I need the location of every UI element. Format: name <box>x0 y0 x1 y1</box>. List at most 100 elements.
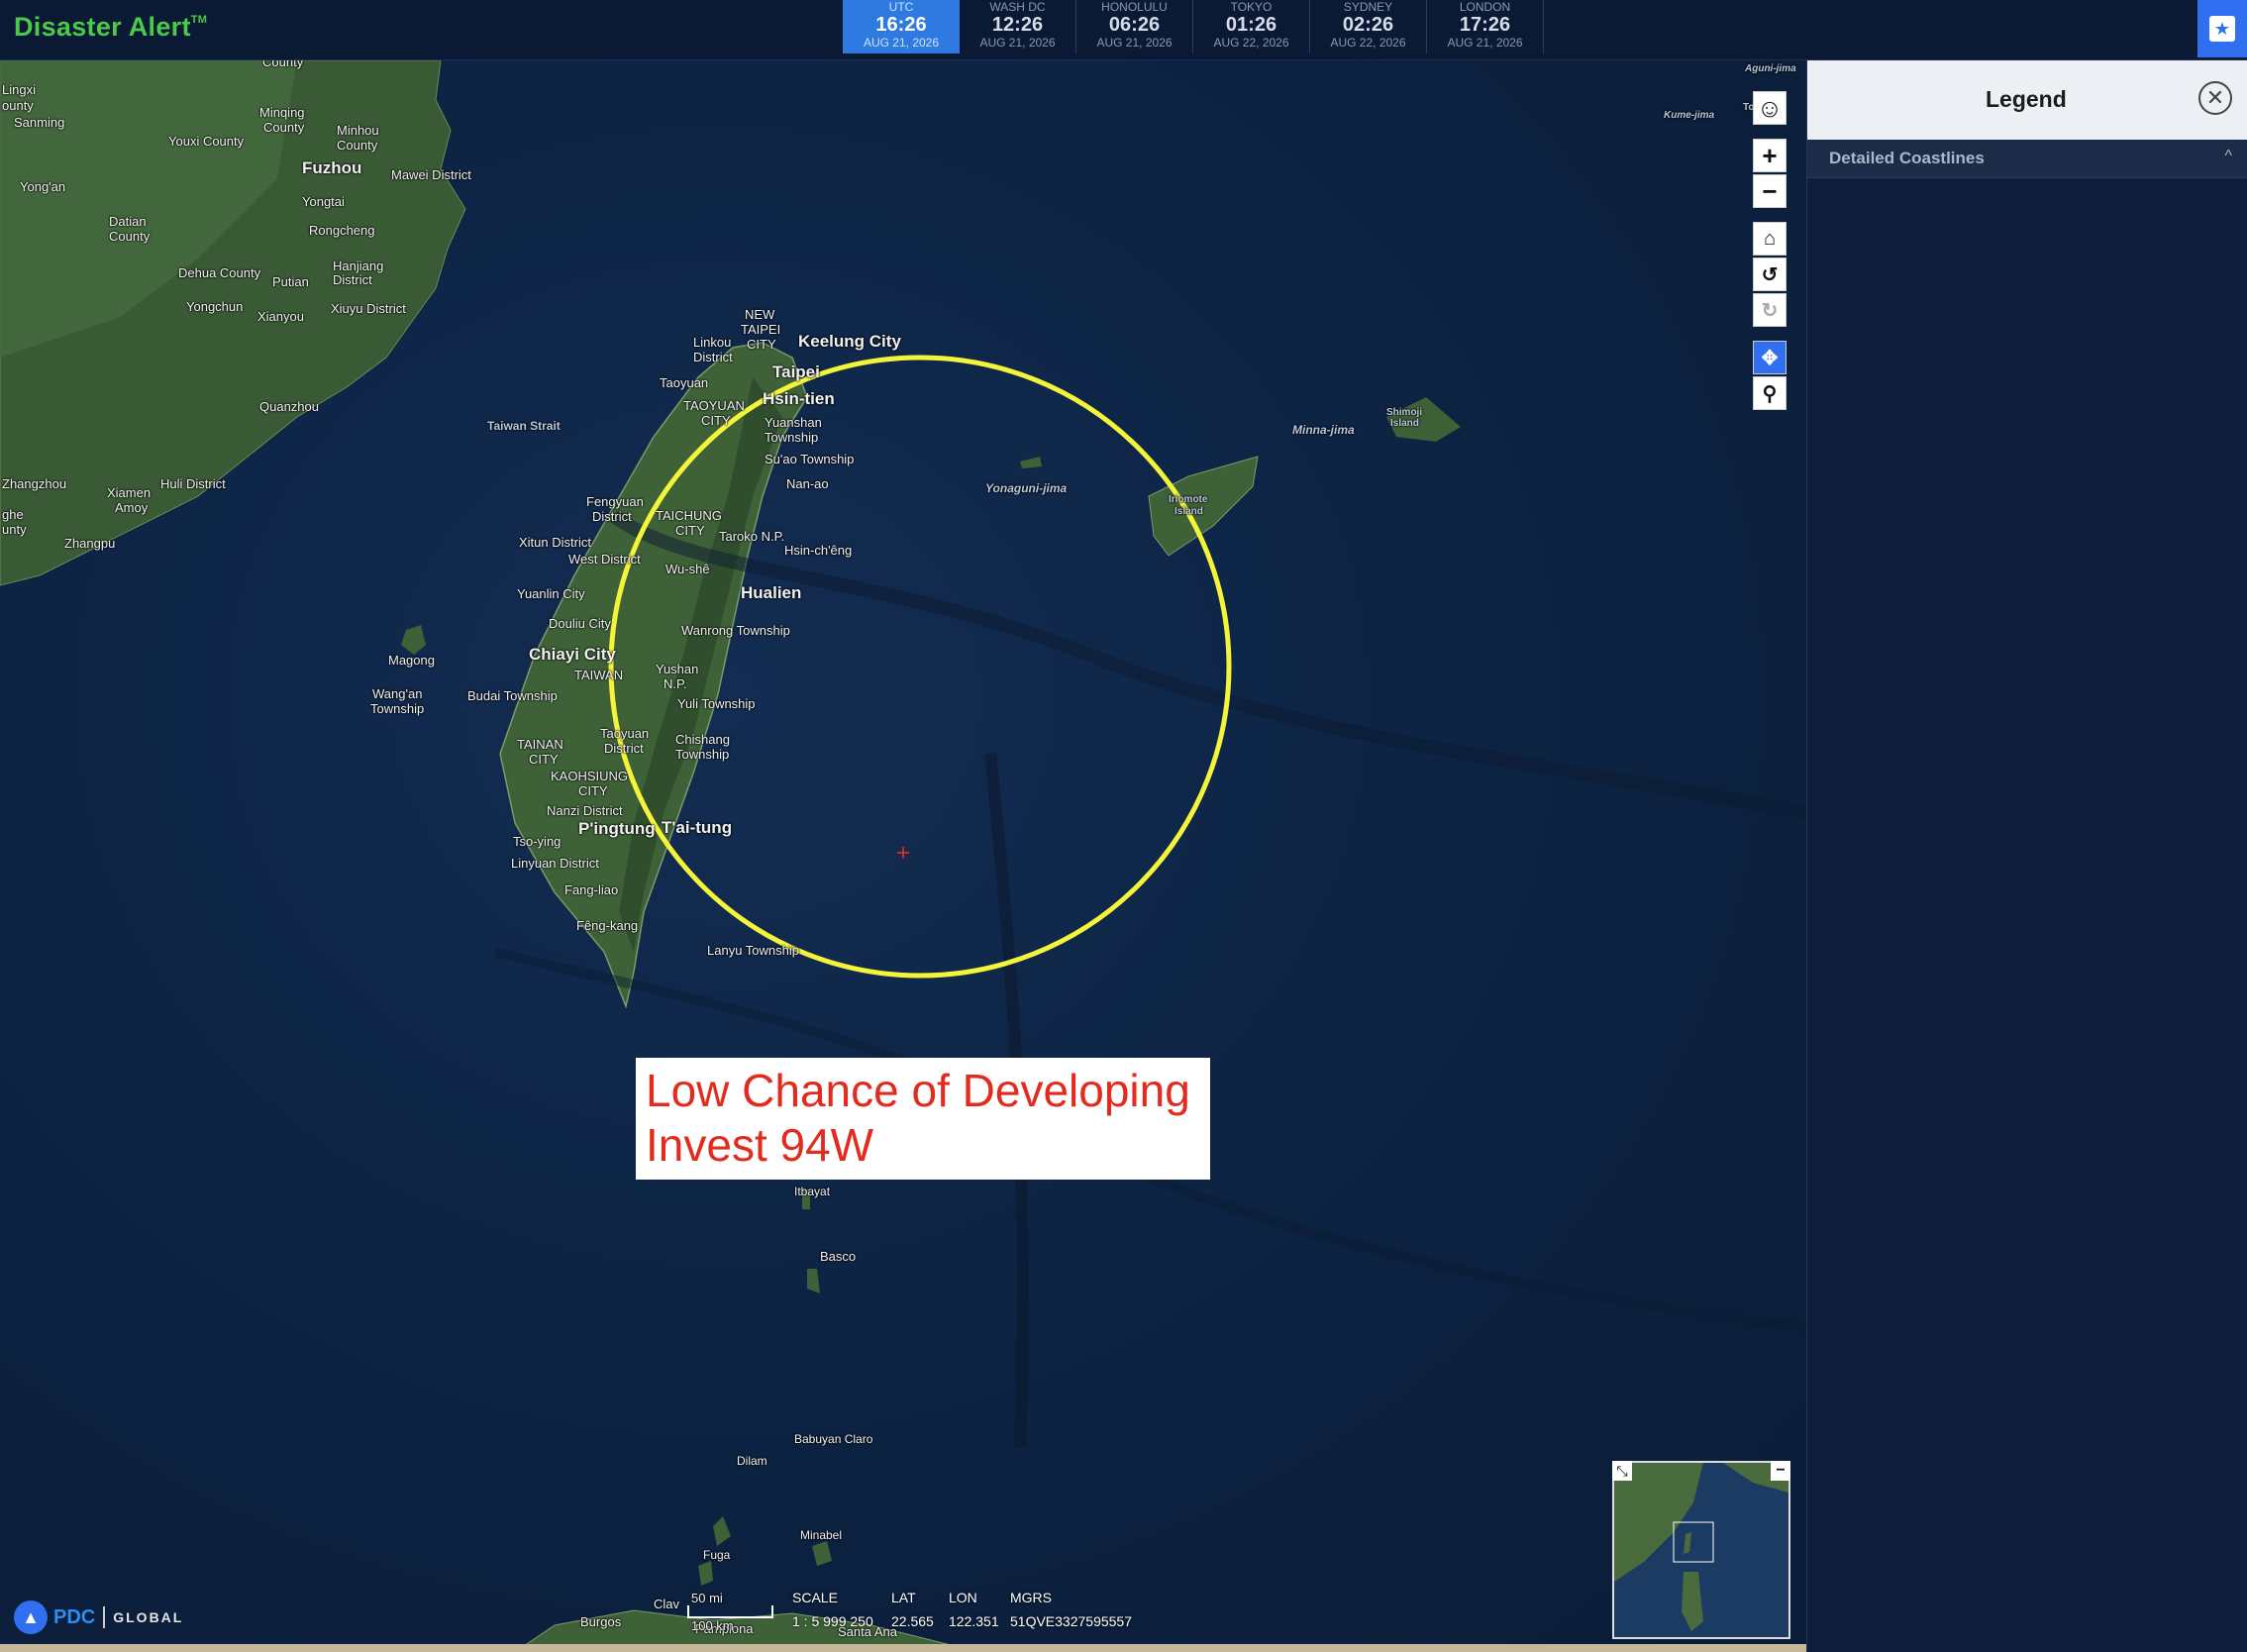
place-label: P'ingtung <box>578 819 656 838</box>
place-label: Taoyuan <box>600 726 650 741</box>
clock-honolulu[interactable]: HONOLULU 06:26 AUG 21, 2026 <box>1076 0 1193 53</box>
place-label: Budai Township <box>467 688 558 703</box>
place-label: CITY <box>701 413 731 428</box>
place-label: District <box>333 272 372 287</box>
place-label: Iriomote <box>1169 494 1208 505</box>
minimize-overview-icon[interactable]: − <box>1771 1461 1790 1481</box>
clock-washdc[interactable]: WASH DC 12:26 AUG 21, 2026 <box>960 0 1076 53</box>
place-label: Itbayat <box>794 1185 831 1198</box>
pdc-logo-icon: ▲ <box>14 1600 48 1634</box>
place-label: Island <box>1390 418 1419 429</box>
close-icon[interactable]: ✕ <box>2198 81 2232 115</box>
clock-city: SYDNEY <box>1343 0 1393 14</box>
place-label: Fêng-kang <box>576 918 639 933</box>
place-label: Taipei <box>772 362 820 381</box>
clock-date: AUG 21, 2026 <box>979 36 1056 50</box>
place-label: Zhangpu <box>64 536 116 551</box>
storm-callout[interactable]: Low Chance of Developing Invest 94W <box>636 1058 1210 1180</box>
clock-date: AUG 21, 2026 <box>1096 36 1173 50</box>
place-label: CITY <box>747 337 776 352</box>
place-label: Minhou <box>337 123 379 138</box>
clock-time: 06:26 <box>1108 14 1161 36</box>
lat-value: 22.565 <box>891 1613 934 1629</box>
clock-sydney[interactable]: SYDNEY 02:26 AUG 22, 2026 <box>1310 0 1427 53</box>
clock-tokyo[interactable]: TOKYO 01:26 AUG 22, 2026 <box>1193 0 1310 53</box>
zoom-in-icon[interactable]: + <box>1753 139 1787 172</box>
trademark: TM <box>190 14 208 26</box>
place-label: Chishang <box>675 732 730 747</box>
place-label: Quanzhou <box>259 399 319 414</box>
place-label: County <box>262 60 304 69</box>
place-label: TAICHUNG <box>656 508 722 523</box>
place-label: Su'ao Township <box>765 452 855 466</box>
place-label: Township <box>370 701 425 716</box>
yonaguni-island <box>1020 457 1042 468</box>
zoom-box-icon[interactable]: ⚲ <box>1753 376 1787 410</box>
place-label: unty <box>2 522 27 537</box>
place-label: Fuzhou <box>302 158 362 177</box>
place-label: Aguni-jima <box>1745 63 1796 74</box>
place-label: Hsin-tien <box>763 389 835 408</box>
place-label: Minqing <box>259 105 305 120</box>
place-label: County <box>337 138 378 153</box>
clock-city: UTC <box>888 0 914 14</box>
place-label: Babuyan Claro <box>794 1432 873 1446</box>
overview-map-image <box>1614 1463 1788 1637</box>
clock-london[interactable]: LONDON 17:26 AUG 21, 2026 <box>1427 0 1544 53</box>
place-label: Wang'an <box>372 686 423 701</box>
app-title[interactable]: Disaster AlertTM <box>14 12 207 43</box>
pegman-icon[interactable]: ☺ <box>1753 91 1787 125</box>
expand-overview-icon[interactable]: ⤡ <box>1612 1461 1632 1481</box>
legend-row-label: Detailed Coastlines <box>1829 149 1985 167</box>
rotate-right-icon[interactable]: ↻ <box>1753 293 1787 327</box>
place-label: CITY <box>578 783 608 798</box>
place-label: Mawei District <box>391 167 471 182</box>
clock-utc[interactable]: UTC 16:26 AUG 21, 2026 <box>843 0 960 53</box>
place-label: KAOHSIUNG <box>551 769 629 783</box>
place-label: Lingxi <box>2 82 36 97</box>
map-view[interactable]: County Lingxi ounty Sanming Minqing Coun… <box>0 60 1806 1652</box>
clock-city: TOKYO <box>1230 0 1273 14</box>
clock-city: LONDON <box>1459 0 1511 14</box>
place-label: District <box>592 509 632 524</box>
pan-icon[interactable]: ✥ <box>1753 341 1787 374</box>
place-label: Xiuyu District <box>331 301 406 316</box>
place-label: Shimoji <box>1386 407 1423 418</box>
place-label: Island <box>1175 506 1203 517</box>
map-basemap <box>0 60 1806 1652</box>
rotate-left-icon[interactable]: ↺ <box>1753 258 1787 291</box>
pdc-logo-text: PDC <box>53 1605 96 1628</box>
alert-badge-icon: ★ <box>2209 16 2235 42</box>
alerts-button[interactable]: ★ <box>2197 0 2247 57</box>
home-icon[interactable]: ⌂ <box>1753 222 1787 256</box>
scale-label: SCALE <box>792 1590 838 1605</box>
place-label: NEW <box>745 307 775 322</box>
callout-line-1: Low Chance of Developing <box>646 1065 1190 1116</box>
place-label: Lanyu Township <box>707 943 799 958</box>
lat-label: LAT <box>891 1590 916 1605</box>
clock-time: 01:26 <box>1225 14 1277 36</box>
place-label: District <box>604 741 644 756</box>
place-label: Linyuan District <box>511 856 599 871</box>
chevron-up-icon[interactable]: ^ <box>2224 148 2232 165</box>
clock-time: 17:26 <box>1459 14 1511 36</box>
clock-time: 16:26 <box>875 14 927 36</box>
place-label: Zhangzhou <box>2 476 67 491</box>
place-label: Yuanlin City <box>517 586 585 601</box>
place-label: Nan-ao <box>786 476 829 491</box>
place-label: TAINAN <box>517 737 563 752</box>
legend-row-detailed-coastlines[interactable]: Detailed Coastlines ^ <box>1807 140 2247 178</box>
place-label: Youxi County <box>168 134 245 149</box>
place-label: Yongchun <box>186 299 244 314</box>
place-label: County <box>109 229 151 244</box>
legend-header: Legend ✕ <box>1807 60 2247 140</box>
place-label: Sanming <box>14 115 65 130</box>
scale-km: 100 km <box>691 1618 734 1633</box>
place-label: Taroko N.P. <box>719 529 785 544</box>
pdc-global-logo[interactable]: ▲ PDC GLOBAL <box>14 1600 183 1634</box>
place-label: ghe <box>2 507 24 522</box>
place-label: Clav <box>654 1597 680 1611</box>
overview-minimap[interactable] <box>1612 1461 1790 1639</box>
place-label: Taiwan Strait <box>487 419 561 433</box>
zoom-out-icon[interactable]: − <box>1753 174 1787 208</box>
